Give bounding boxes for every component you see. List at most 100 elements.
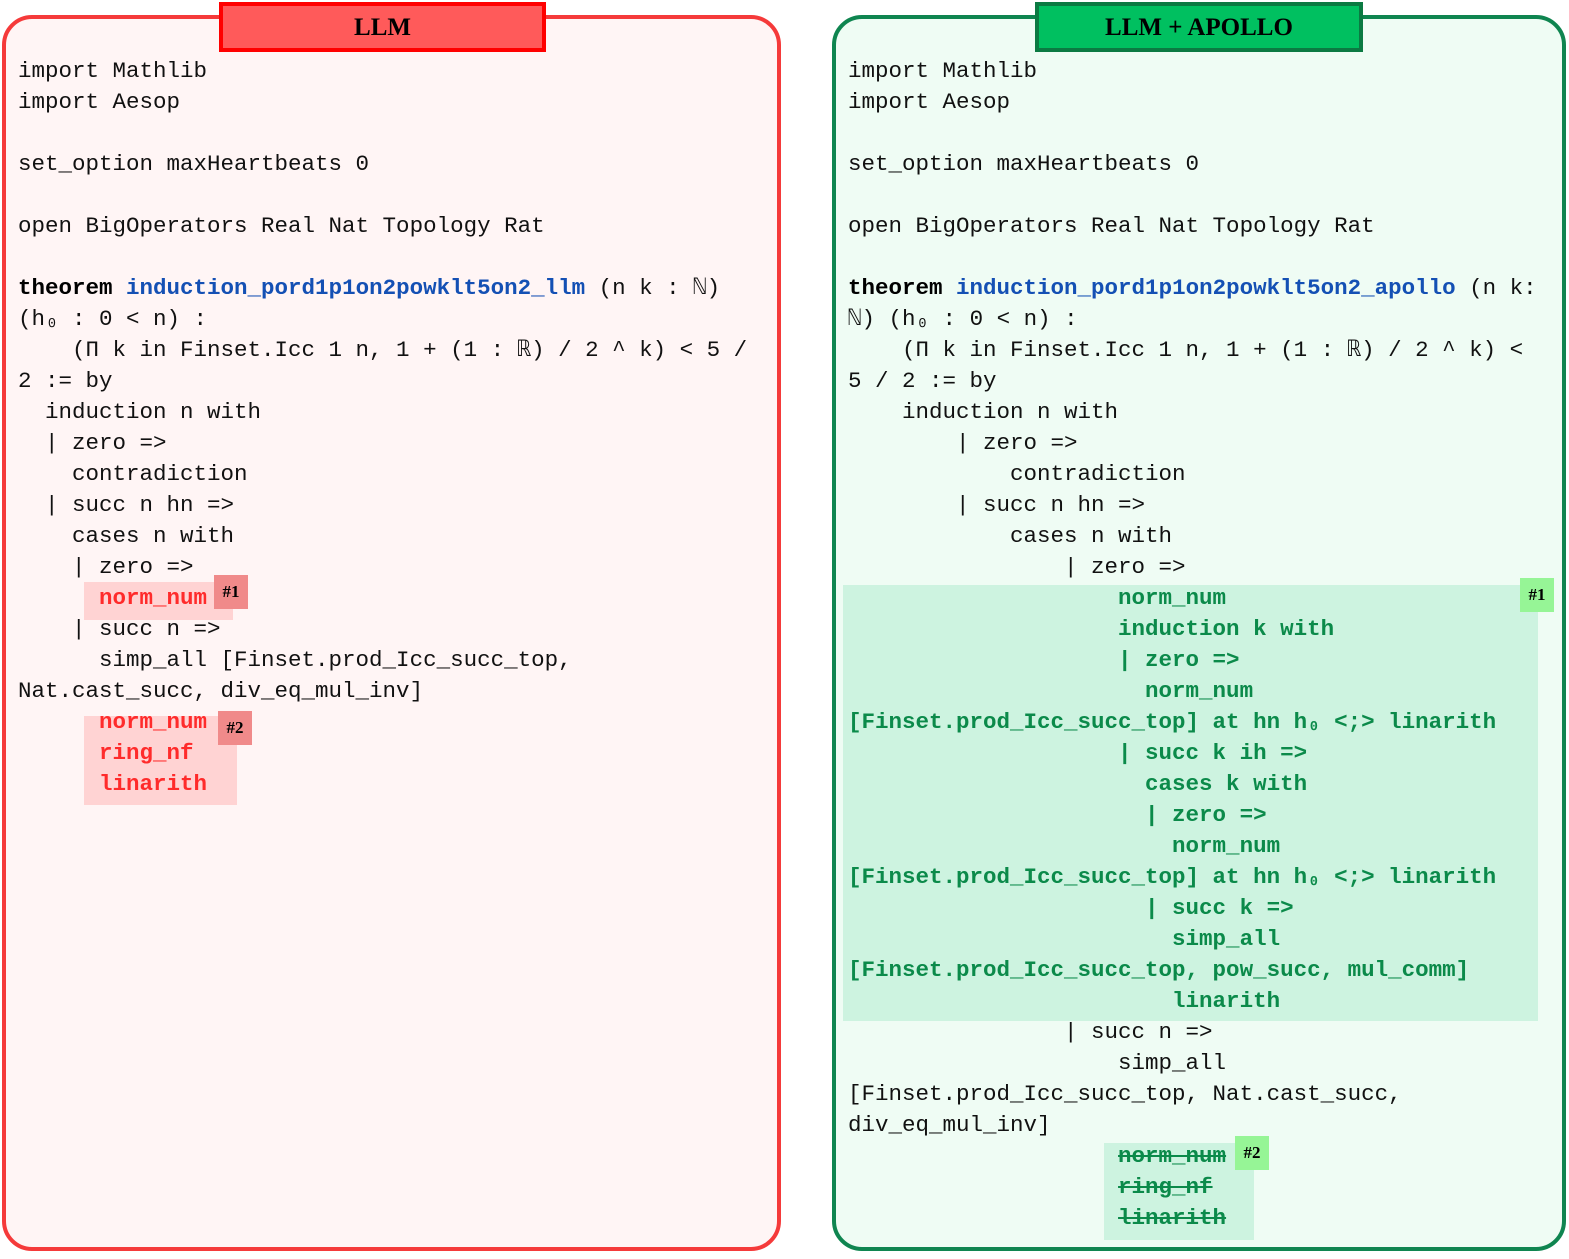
code-token: (n k : ℕ) xyxy=(585,275,721,301)
code-line: open BigOperators Real Nat Topology Rat xyxy=(848,211,1375,242)
code-line: import Aesop xyxy=(848,87,1010,118)
code-line: linarith xyxy=(848,1203,1226,1234)
code-line: div_eq_mul_inv] xyxy=(848,1110,1051,1141)
code-token: | succ n hn => xyxy=(18,492,235,518)
code-line: norm_num xyxy=(848,676,1253,707)
code-line: set_option maxHeartbeats 0 xyxy=(18,149,369,180)
code-line: 2 := by xyxy=(18,366,113,397)
code-line: (h₀ : 0 < n) : xyxy=(18,304,207,335)
code-token: contradiction xyxy=(848,461,1186,487)
keyword: theorem xyxy=(848,275,943,301)
code-token: simp_all xyxy=(848,926,1281,952)
code-line: theorem induction_pord1p1on2powklt5on2_a… xyxy=(848,273,1537,304)
theorem-name: induction_pord1p1on2powklt5on2_apollo xyxy=(956,275,1456,301)
code-token: ℕ) (h₀ : 0 < n) : xyxy=(848,306,1078,332)
code-line: ring_nf xyxy=(18,738,194,769)
code-token: induction n with xyxy=(848,399,1119,425)
error-badge-2: #2 xyxy=(218,711,252,745)
code-line: (Π k in Finset.Icc 1 n, 1 + (1 : ℝ) / 2 … xyxy=(18,335,747,366)
code-line: contradiction xyxy=(848,459,1186,490)
code-line: | succ k => xyxy=(848,893,1294,924)
code-line: | zero => xyxy=(848,428,1078,459)
code-token: linarith xyxy=(99,771,208,797)
code-line: [Finset.prod_Icc_succ_top, Nat.cast_succ… xyxy=(848,1079,1402,1110)
code-token: norm_num xyxy=(848,678,1254,704)
code-token: induction k with xyxy=(848,616,1335,642)
code-line: ℕ) (h₀ : 0 < n) : xyxy=(848,304,1078,335)
code-line: open BigOperators Real Nat Topology Rat xyxy=(18,211,545,242)
code-token: open BigOperators Real Nat Topology Rat xyxy=(848,213,1375,239)
keyword: theorem xyxy=(18,275,113,301)
code-line: (Π k in Finset.Icc 1 n, 1 + (1 : ℝ) / 2 … xyxy=(848,335,1523,366)
code-token: contradiction xyxy=(18,461,248,487)
code-token: (n k: xyxy=(1455,275,1537,301)
code-line: | zero => xyxy=(18,428,167,459)
code-token: import Mathlib xyxy=(18,58,208,84)
code-token: Nat.cast_succ, div_eq_mul_inv] xyxy=(18,678,424,704)
code-line: | succ k ih => xyxy=(848,738,1307,769)
code-token: linarith xyxy=(1118,1205,1227,1231)
code-line: simp_all xyxy=(848,1048,1226,1079)
code-line: cases n with xyxy=(18,521,234,552)
code-token: norm_num xyxy=(848,585,1227,611)
code-token: ring_nf xyxy=(1118,1174,1213,1200)
code-line: norm_num xyxy=(848,1141,1226,1172)
code-line: norm_num xyxy=(848,583,1226,614)
code-token: (h₀ : 0 < n) : xyxy=(18,306,208,332)
code-token: | zero => xyxy=(18,430,167,456)
code-token: [Finset.prod_Icc_succ_top] at hn h₀ <;> … xyxy=(848,709,1497,735)
code-line: | zero => xyxy=(848,645,1240,676)
code-token: | zero => xyxy=(848,647,1240,673)
code-token: import Aesop xyxy=(18,89,181,115)
code-token: | succ k => xyxy=(848,895,1294,921)
theorem-name: induction_pord1p1on2powklt5on2_llm xyxy=(126,275,586,301)
code-line: set_option maxHeartbeats 0 xyxy=(848,149,1199,180)
code-line: import Mathlib xyxy=(18,56,207,87)
code-token: (Π k in Finset.Icc 1 n, 1 + (1 : ℝ) / 2 … xyxy=(848,337,1524,363)
code-token: linarith xyxy=(848,988,1281,1014)
code-token: 2 := by xyxy=(18,368,113,394)
code-line: theorem induction_pord1p1on2powklt5on2_l… xyxy=(18,273,720,304)
llm-apollo-title: LLM + APOLLO xyxy=(1035,2,1363,52)
code-token: | succ n => xyxy=(18,616,221,642)
fix-badge-1: #1 xyxy=(1520,578,1554,612)
code-line: Nat.cast_succ, div_eq_mul_inv] xyxy=(18,676,423,707)
code-line: | zero => xyxy=(18,552,194,583)
code-token: | zero => xyxy=(18,554,194,580)
code-line: 5 / 2 := by xyxy=(848,366,997,397)
code-token: import Aesop xyxy=(848,89,1011,115)
error-badge-1: #1 xyxy=(214,575,248,609)
code-line: cases k with xyxy=(848,769,1307,800)
code-token: [Finset.prod_Icc_succ_top] at hn h₀ <;> … xyxy=(848,864,1497,890)
code-token: norm_num xyxy=(99,709,208,735)
code-token: | zero => xyxy=(848,554,1186,580)
code-token: cases k with xyxy=(848,771,1308,797)
code-line: norm_num xyxy=(848,831,1280,862)
llm-title: LLM xyxy=(219,2,546,52)
code-line: | succ n => xyxy=(848,1017,1213,1048)
code-line: | succ n => xyxy=(18,614,221,645)
code-token: set_option maxHeartbeats 0 xyxy=(18,151,370,177)
code-line: induction k with xyxy=(848,614,1334,645)
code-line: | zero => xyxy=(848,552,1186,583)
fix-badge-2: #2 xyxy=(1235,1136,1269,1170)
code-token: [Finset.prod_Icc_succ_top, pow_succ, mul… xyxy=(848,957,1470,983)
code-line: simp_all [Finset.prod_Icc_succ_top, xyxy=(18,645,572,676)
code-token: norm_num xyxy=(99,585,208,611)
code-line: | zero => xyxy=(848,800,1267,831)
code-line: [Finset.prod_Icc_succ_top] at hn h₀ <;> … xyxy=(848,862,1496,893)
code-token: | succ k ih => xyxy=(848,740,1308,766)
code-line: linarith xyxy=(848,986,1280,1017)
code-line: linarith xyxy=(18,769,207,800)
code-line: contradiction xyxy=(18,459,248,490)
code-line: import Aesop xyxy=(18,87,180,118)
code-line: induction n with xyxy=(848,397,1118,428)
code-line: [Finset.prod_Icc_succ_top, pow_succ, mul… xyxy=(848,955,1469,986)
